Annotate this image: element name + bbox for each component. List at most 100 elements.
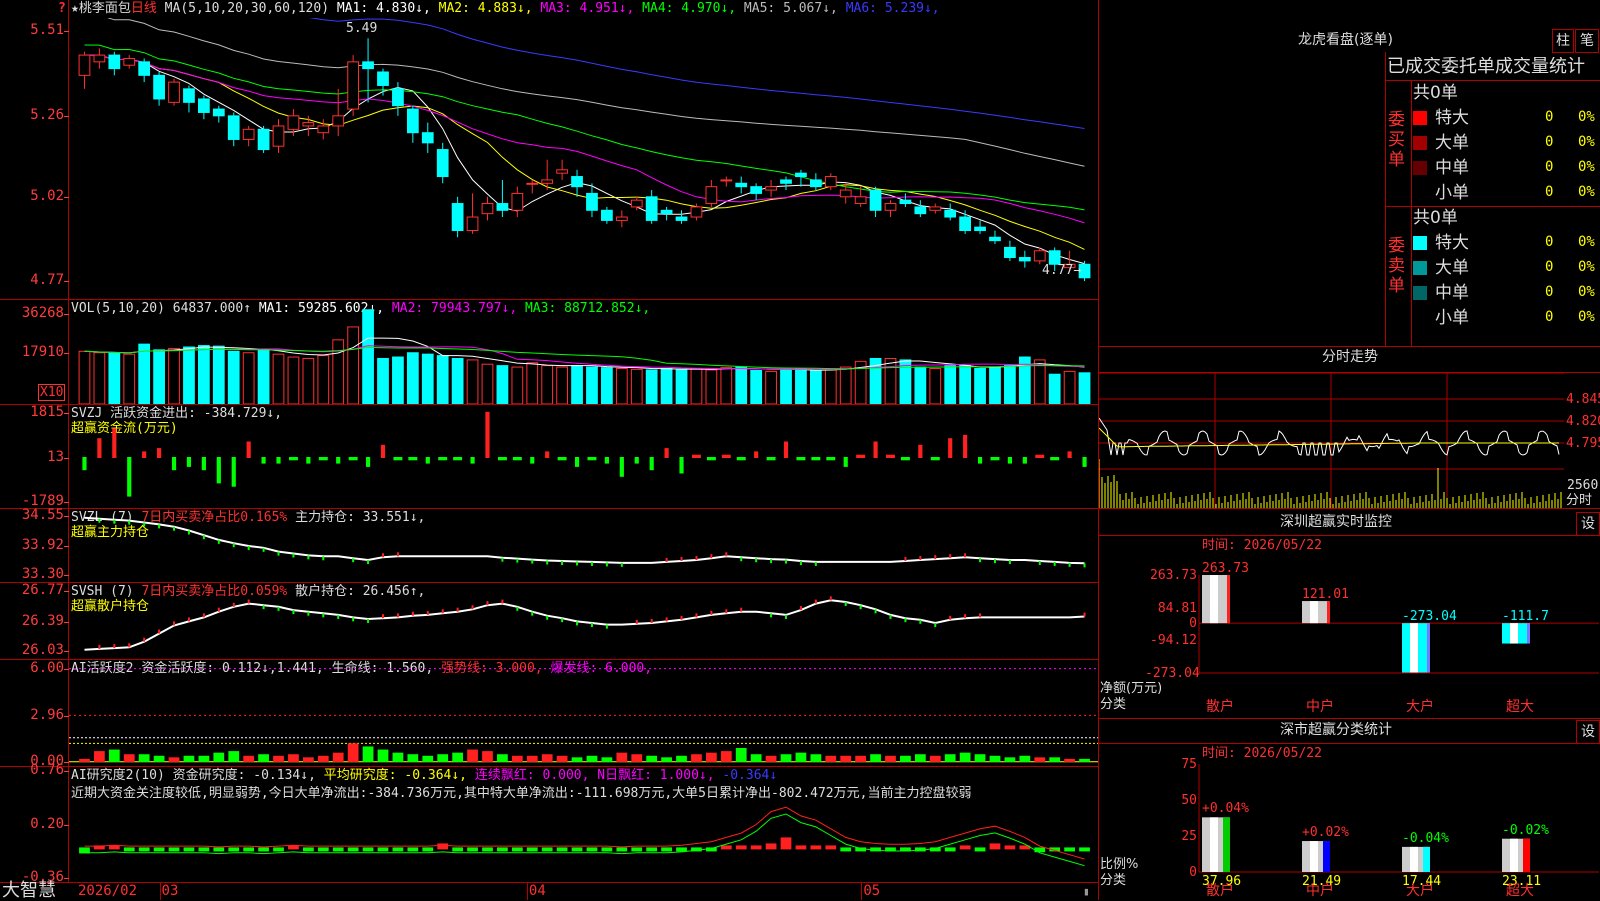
order-row[interactable]: 特大 [1413, 233, 1469, 253]
volume-bar [212, 345, 225, 404]
flow-bar [587, 457, 597, 461]
stats-ratio-label: 比例% [1100, 857, 1139, 872]
svsh-tick [799, 606, 802, 611]
monitor-settings-button[interactable]: 设 [1576, 512, 1600, 536]
svzl-tick-label: 33.30 [21, 566, 64, 583]
activity-bar [795, 752, 807, 762]
candle-body [735, 182, 748, 188]
activity-chart[interactable] [69, 660, 1098, 766]
x-tick-mark [861, 882, 863, 900]
stats-cat-label: 分类 [1100, 873, 1127, 888]
monitor-title: 深圳超赢实时监控 [1280, 514, 1392, 530]
period-label[interactable]: 日线 [131, 1, 157, 16]
monitor-unit-label: 净额(万元) [1100, 681, 1163, 696]
svsh-tick [337, 614, 340, 619]
research-bar [1034, 847, 1046, 853]
lock-icon[interactable]: ▮ [1083, 884, 1090, 899]
candle-body [108, 54, 121, 70]
candle-body [123, 57, 136, 66]
stats-bar-highlight [1210, 817, 1218, 872]
svzl-tick [202, 535, 205, 540]
candle-body [645, 196, 658, 221]
svzl-tick [934, 555, 937, 560]
activity-bar [914, 754, 926, 762]
candle-body [317, 125, 330, 134]
x-tick-label: 03 [161, 883, 179, 899]
flow-bar [918, 444, 923, 458]
flow-bar [843, 457, 848, 467]
svzl-tick-label: 34.55 [21, 507, 64, 524]
svzl-tick [501, 557, 504, 562]
volume-bar [675, 368, 688, 404]
flow-bar [1082, 457, 1087, 467]
candle-body [78, 54, 91, 76]
net-amount-bar-chart[interactable] [1099, 555, 1599, 695]
activity-bar [123, 754, 135, 762]
monitor-category-label: 中户 [1306, 699, 1334, 715]
svzl-tick [1053, 561, 1056, 566]
order-row-pct: 0% [1578, 234, 1595, 250]
volume-bar [108, 352, 121, 404]
candlestick-chart[interactable] [69, 18, 1098, 298]
flow-bar [706, 457, 716, 461]
volume-chart[interactable] [69, 300, 1098, 404]
volume-bar [944, 365, 957, 404]
activity-bar [571, 757, 583, 762]
order-row-value: 0 [1545, 259, 1554, 275]
main-holding-chart[interactable] [69, 509, 1098, 582]
candle-body [153, 74, 165, 100]
order-row[interactable]: 大单 [1413, 258, 1469, 278]
candle-body [854, 196, 867, 205]
order-row[interactable]: 大单 [1413, 133, 1469, 153]
capital-flow-chart[interactable] [69, 405, 1098, 508]
retail-holding-chart[interactable] [69, 583, 1098, 659]
intraday-chart[interactable] [1099, 373, 1564, 508]
ma-legend-item: MA4: 4.970↓, [634, 1, 737, 16]
tab-bar-view[interactable]: 柱 [1552, 29, 1574, 53]
activity-bar [183, 755, 195, 762]
candle-body [720, 179, 733, 182]
svsh-tick [590, 623, 593, 628]
order-row[interactable]: 特大 [1413, 108, 1469, 128]
research-bar [571, 847, 583, 852]
volume-bar [586, 366, 598, 404]
order-row[interactable]: 小单 [1413, 308, 1469, 328]
order-row[interactable]: 小单 [1413, 183, 1469, 203]
activity-bar [840, 755, 852, 762]
svsh-tick [262, 605, 265, 610]
research-bar [1064, 847, 1075, 852]
monitor-bar-highlight [1410, 623, 1418, 673]
svsh-tick [173, 621, 176, 626]
research-bar [258, 847, 269, 852]
flow-bar [826, 457, 836, 461]
stats-settings-button[interactable]: 设 [1576, 720, 1600, 744]
tab-tick-view[interactable]: 笔 [1575, 29, 1599, 53]
order-row-pct: 0% [1578, 309, 1595, 325]
ma-legend-item: MA2: 4.883↓, [430, 1, 533, 16]
research-chart[interactable] [69, 767, 1098, 882]
research-bar [123, 847, 135, 852]
intraday-vol-unit: 分时 [1566, 493, 1593, 508]
volume-bar [392, 356, 404, 404]
volume-bar [526, 362, 539, 404]
flow-bar [873, 441, 878, 458]
svsh-tick [352, 617, 355, 622]
flow-bar [783, 441, 789, 458]
order-row[interactable]: 中单 [1413, 283, 1469, 303]
candle-body [481, 203, 494, 215]
flow-bar [380, 444, 386, 458]
order-row[interactable]: 中单 [1413, 158, 1469, 178]
activity-bar [273, 755, 284, 762]
flow-bar [754, 451, 759, 458]
svsh-tick-label: 26.03 [21, 642, 64, 659]
candle-body [899, 199, 912, 205]
research-bar [556, 847, 568, 852]
volume-bar [183, 346, 195, 404]
research-bar [810, 845, 822, 850]
stock-name[interactable]: ★桃李面包 [71, 1, 131, 16]
vol-tick-label: 17910 [21, 343, 64, 360]
monitor-time: 时间: 2026/05/22 [1202, 538, 1322, 553]
research-bar [347, 847, 359, 852]
candle-body [630, 199, 643, 208]
svzl-tick [799, 560, 802, 565]
